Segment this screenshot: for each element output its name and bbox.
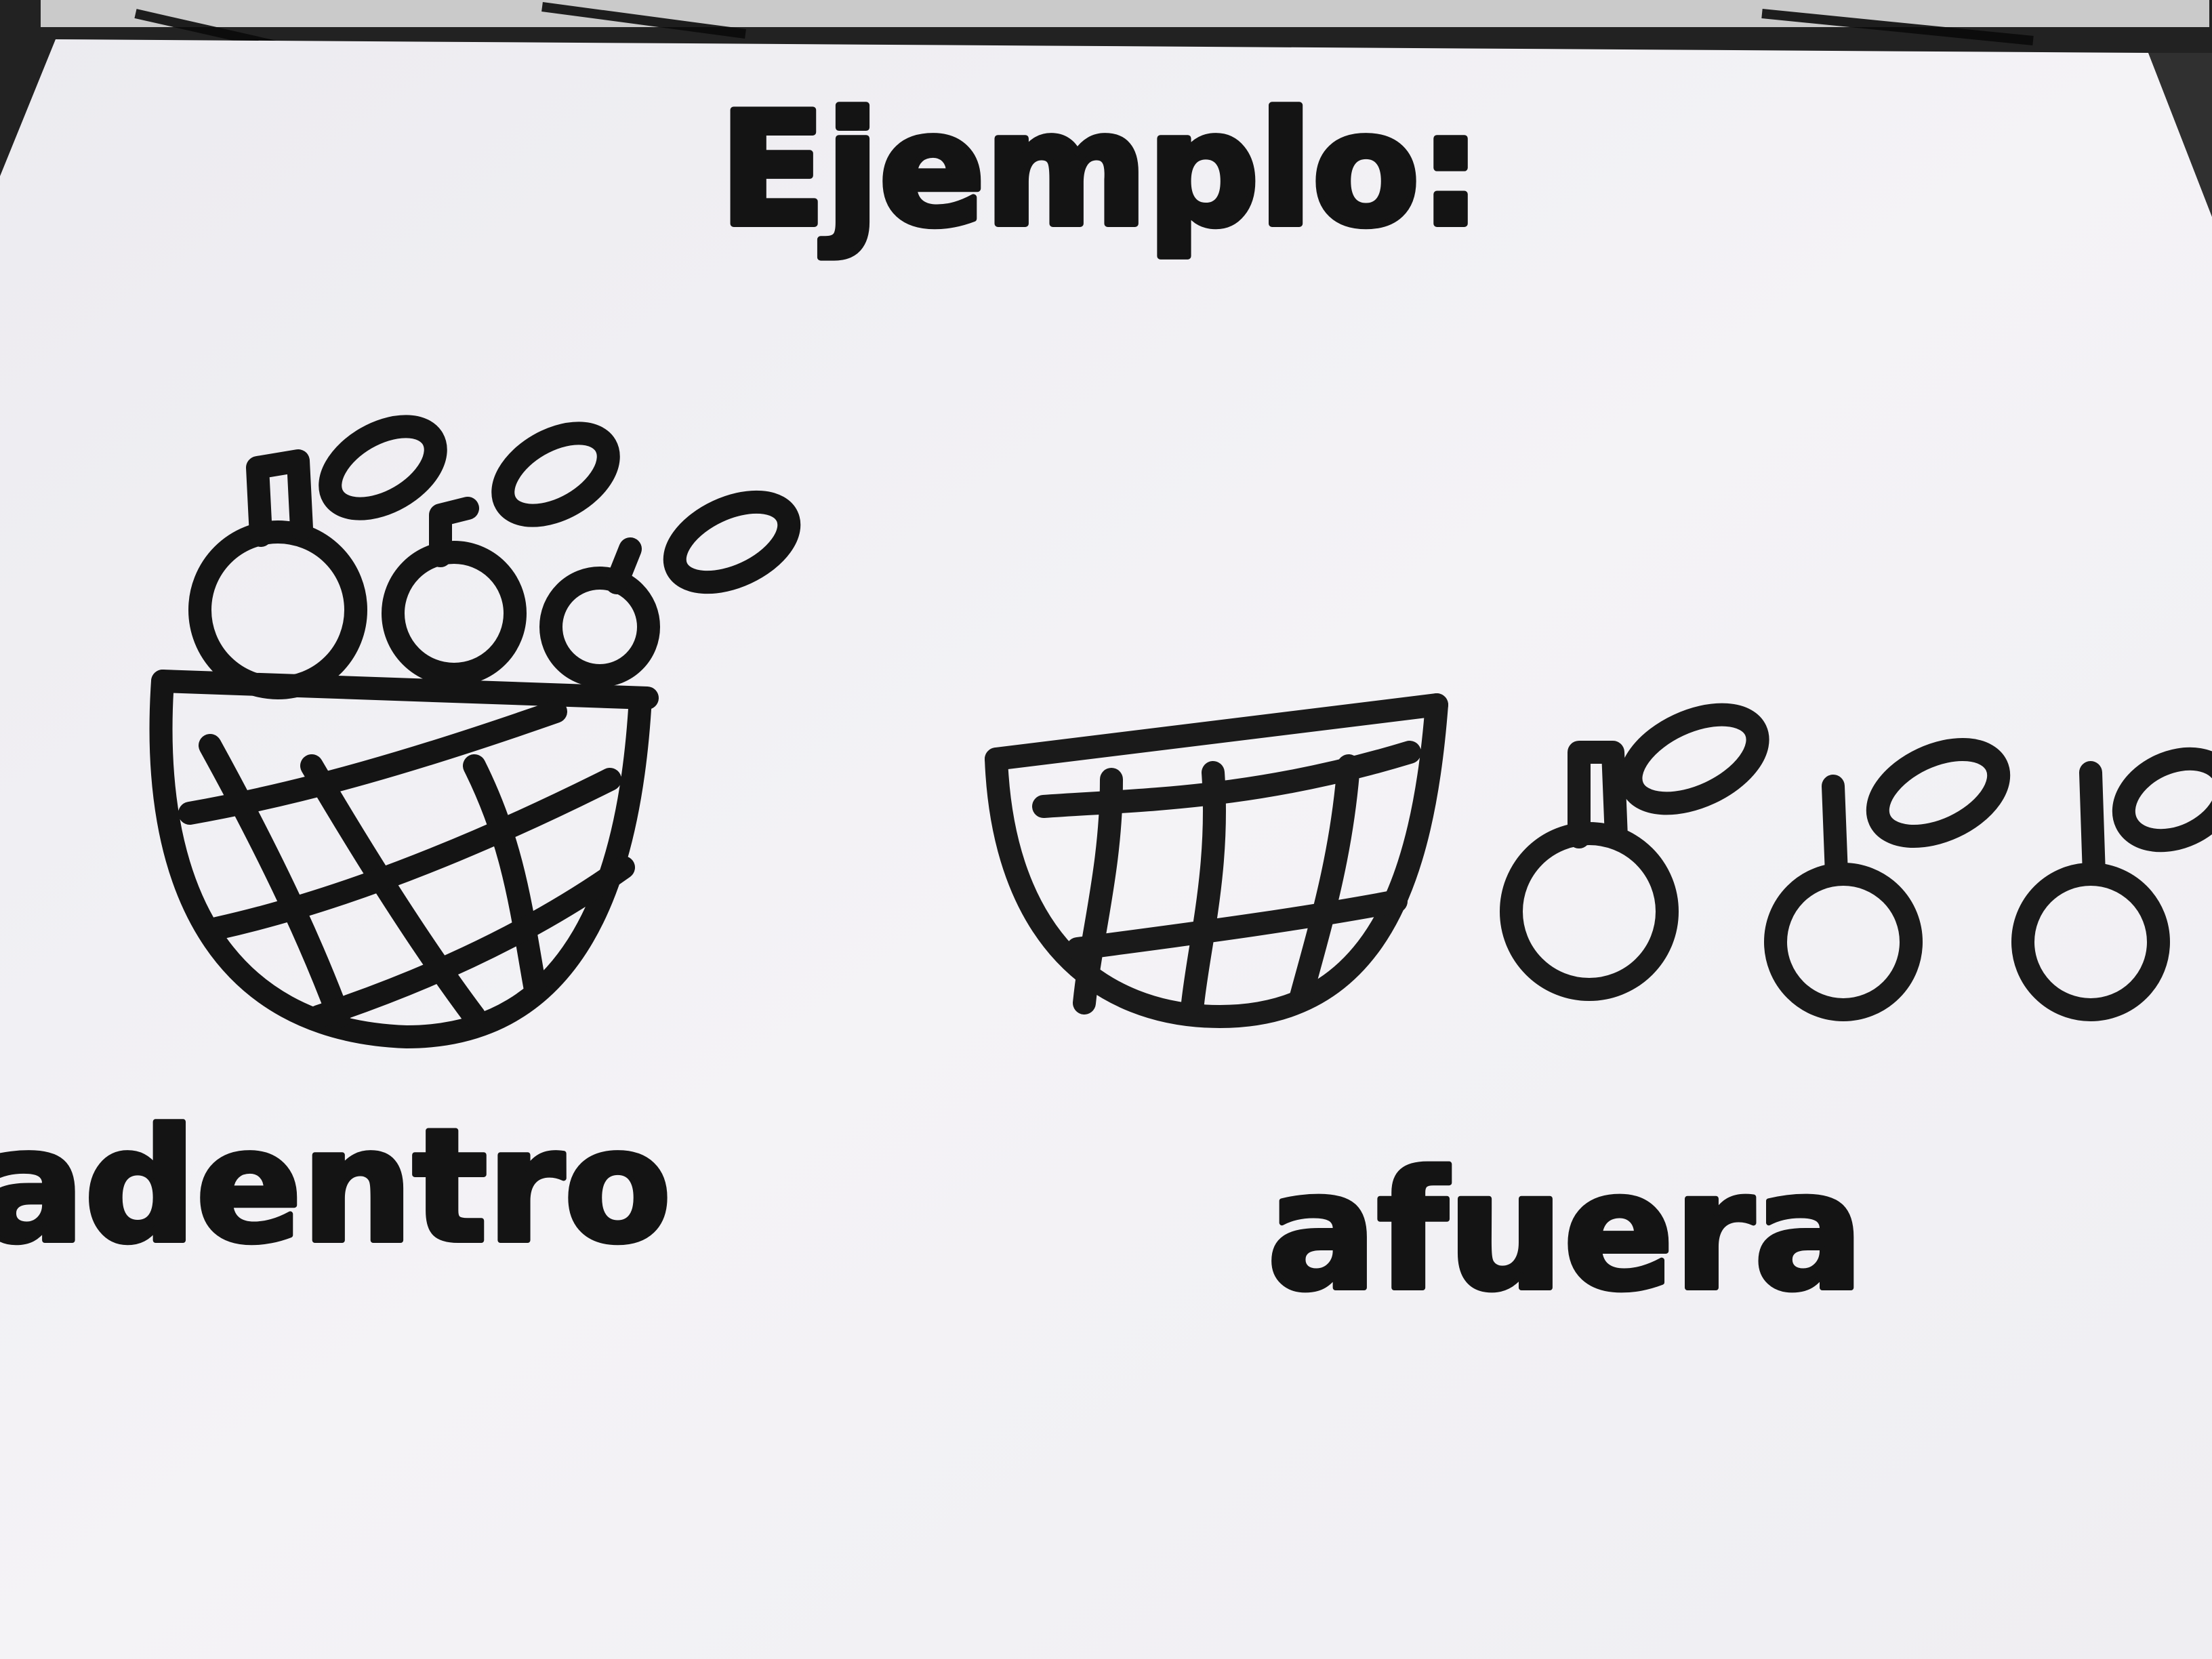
paper-sheet	[0, 39, 2212, 1659]
photo-scene: Ejemplo: adentro afuera	[0, 0, 2212, 1659]
